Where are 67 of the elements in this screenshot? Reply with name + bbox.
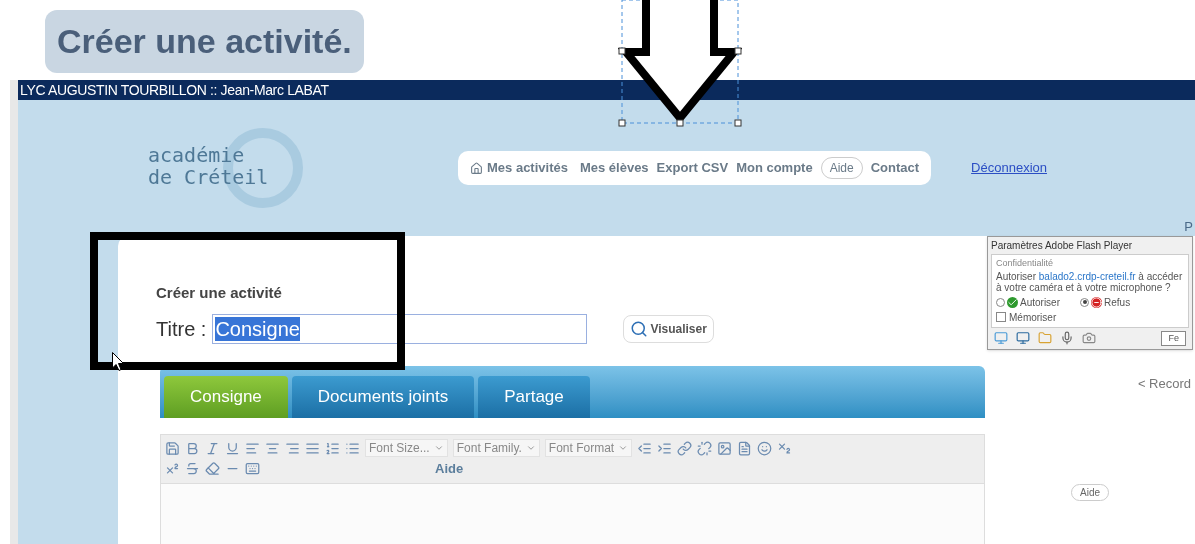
chevron-down-icon [618, 443, 629, 453]
dialog-button[interactable]: Fe [1161, 330, 1186, 346]
nav-link[interactable]: Contact [870, 158, 920, 178]
stop-icon [1091, 296, 1102, 308]
checkbox-label: Mémoriser [1009, 310, 1057, 325]
preview-button[interactable]: Visualiser [623, 315, 714, 343]
microphone-icon[interactable] [1060, 331, 1074, 346]
subscript-icon[interactable] [777, 440, 793, 456]
toolbar-dropdown[interactable]: Font Family. [452, 439, 540, 457]
title-input-field[interactable]: Consigne [212, 314, 588, 344]
tab[interactable]: Documents joints [291, 376, 475, 418]
indent-icon[interactable] [657, 440, 673, 456]
dialog-title: Paramètres Adobe Flash Player [990, 239, 1134, 253]
nav-link[interactable]: Export CSV [656, 158, 729, 178]
logout-link[interactable]: Déconnexion [971, 158, 1047, 178]
radio-label: Autoriser [1020, 295, 1060, 310]
superscript-icon[interactable] [165, 461, 180, 477]
save-icon[interactable] [165, 440, 180, 456]
radio-label: Refus [1104, 295, 1131, 310]
search-icon [630, 320, 649, 338]
italic-icon[interactable] [205, 440, 220, 456]
keyboard-icon[interactable] [245, 461, 260, 477]
check-icon [1007, 296, 1018, 308]
outdent-icon[interactable] [637, 440, 653, 456]
permission-text: Autoriser balado2.crdp-creteil.fr à accéder à votre caméra et à votre microphone ? [996, 270, 1184, 293]
camera-icon[interactable] [1082, 331, 1096, 346]
corner-text: P [1184, 217, 1193, 236]
eraser-icon[interactable] [205, 461, 220, 477]
form-heading: Créer une activité [156, 283, 282, 303]
document-icon[interactable] [737, 440, 753, 456]
section-label: Confidentialité [996, 257, 1055, 270]
logo-text: de Créteil [148, 166, 270, 188]
bold-icon[interactable] [185, 440, 200, 456]
image-icon[interactable] [717, 440, 733, 456]
align-right-icon[interactable] [285, 440, 300, 456]
editor-help-link[interactable]: Aide [435, 459, 464, 479]
logo-text: académie [148, 144, 246, 166]
toolbar-dropdown[interactable]: Font Format [544, 439, 633, 457]
unlink-icon[interactable] [697, 440, 713, 456]
monitor-icon[interactable] [1016, 331, 1030, 346]
chevron-down-icon [525, 443, 536, 453]
site-link[interactable]: balado2.crdp-creteil.fr [1038, 270, 1136, 282]
toolbar-dropdown[interactable]: Font Size... [365, 439, 448, 457]
title-label: Titre : [156, 317, 207, 342]
link-icon[interactable] [677, 440, 693, 456]
nav-link[interactable]: Mon compte [736, 158, 813, 178]
home-icon [470, 161, 483, 175]
strikethrough-icon[interactable] [185, 461, 200, 477]
underline-icon[interactable] [225, 440, 240, 456]
nav-link[interactable]: Mes élèves [579, 158, 649, 178]
monitor-icon[interactable] [994, 331, 1008, 346]
justify-icon[interactable] [305, 440, 320, 456]
folder-icon[interactable] [1038, 331, 1052, 346]
align-left-icon[interactable] [245, 440, 260, 456]
tab[interactable]: Consigne [164, 376, 288, 418]
smiley-icon[interactable] [757, 440, 773, 456]
window-title: LYC AUGUSTIN TOURBILLON :: Jean-Marc LABAT [18, 80, 1195, 100]
title-value: Consigne [215, 317, 300, 341]
numbered-list-icon[interactable] [325, 440, 340, 456]
record-text: < Record [1137, 375, 1191, 393]
chevron-down-icon [433, 443, 444, 453]
slide-title: Créer une activité. [45, 10, 364, 73]
align-center-icon[interactable] [265, 440, 280, 456]
nav-link[interactable]: Mes activités [470, 158, 568, 178]
bullet-list-icon[interactable] [345, 440, 360, 456]
tab[interactable]: Partage [478, 376, 590, 418]
checkbox[interactable] [996, 312, 1006, 322]
